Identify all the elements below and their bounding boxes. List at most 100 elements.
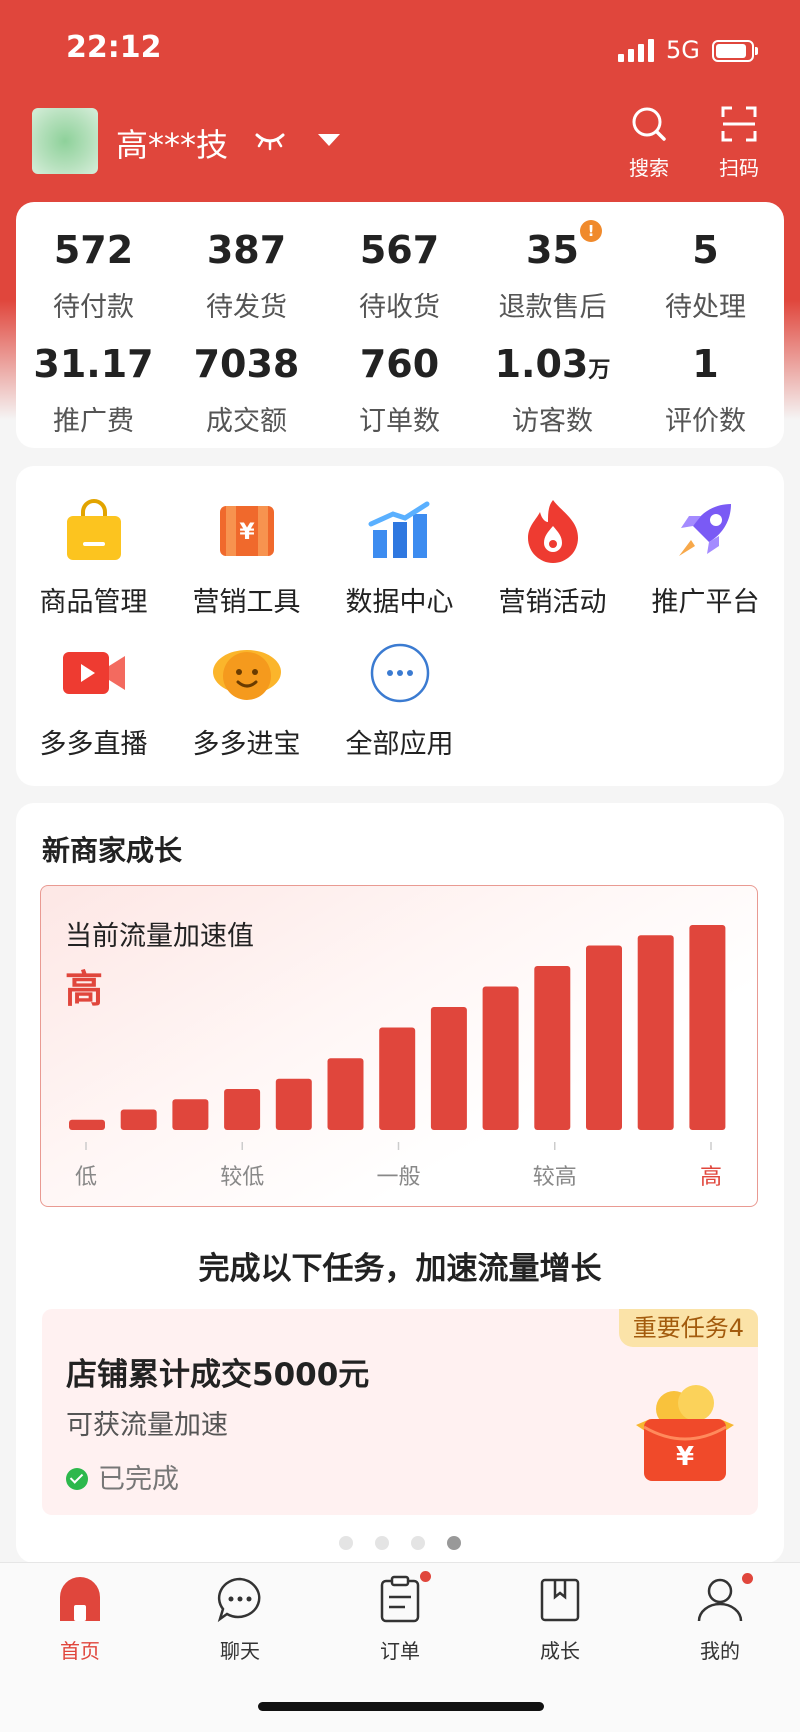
chart-bar (327, 1058, 364, 1130)
eye-closed-icon[interactable] (254, 131, 286, 151)
stat-value: 5 (692, 228, 719, 272)
chart-bar (586, 945, 622, 1130)
home-indicator (258, 1702, 544, 1711)
shopping-bag-icon (66, 499, 121, 560)
app-marketing-tools[interactable]: ¥ 营销工具 (170, 496, 323, 619)
stat-label: 订单数 (359, 406, 440, 437)
stat-value: 387 (206, 228, 287, 272)
network-type: 5G (666, 36, 700, 64)
app-promotion-platform[interactable]: 推广平台 (629, 496, 782, 619)
stat-value: 1 (692, 342, 719, 386)
gold-ingot-icon (212, 650, 281, 700)
app-duoduo-jinbao[interactable]: 多多进宝 (170, 638, 323, 761)
task-heading: 完成以下任务，加速流量增长 (198, 1251, 602, 1287)
rocket-icon (678, 504, 731, 556)
scan-button[interactable]: 扫码 (704, 104, 774, 181)
stat-order-count[interactable]: 760 订单数 (323, 342, 476, 438)
chart-tick-label: 低 (75, 1165, 97, 1190)
orders-badge-dot (420, 1571, 431, 1582)
app-data-center[interactable]: 数据中心 (323, 496, 476, 619)
chart-bar (172, 1099, 209, 1130)
shop-avatar[interactable] (32, 108, 98, 174)
stat-reviews[interactable]: 1 评价数 (629, 342, 782, 438)
stat-pending-shipment[interactable]: 387 待发货 (170, 228, 323, 324)
chart-bar (275, 1078, 312, 1130)
status-bar: 22:12 5G (0, 0, 800, 100)
stat-pending-receipt[interactable]: 567 待收货 (323, 228, 476, 324)
carousel-pagination[interactable] (16, 1535, 784, 1554)
shop-name[interactable]: 高***技 (116, 120, 228, 166)
alert-badge: ! (580, 220, 602, 242)
app-label: 营销工具 (192, 587, 301, 618)
tab-orders[interactable]: 订单 (350, 1571, 450, 1664)
search-button[interactable]: 搜索 (614, 104, 684, 181)
chart-bar (689, 925, 726, 1130)
svg-text:¥: ¥ (239, 520, 255, 545)
tab-label: 成长 (540, 1639, 580, 1663)
tab-chat[interactable]: 聊天 (190, 1575, 290, 1664)
stat-value: 7038 (193, 342, 300, 386)
shop-stats-card: 572 待付款 387 待发货 567 待收货 35 退款售后 ! 5 待处理 … (16, 202, 784, 448)
page-dot[interactable] (411, 1536, 425, 1550)
stat-value: 567 (359, 228, 440, 272)
stat-value: 31.17 (33, 342, 154, 386)
chart-bar (637, 935, 674, 1130)
stat-label: 待付款 (53, 292, 134, 323)
task-title: 店铺累计成交5000元 (66, 1357, 370, 1393)
stat-label: 推广费 (53, 406, 134, 437)
chart-tick-label: 高 (700, 1165, 722, 1190)
chart-bar (534, 966, 571, 1130)
red-envelope-coins-icon: ¥ (636, 1385, 734, 1481)
tab-growth[interactable]: 成长 (510, 1575, 610, 1664)
chart-tick-label: 较高 (533, 1165, 577, 1190)
stat-refunds[interactable]: 35 退款售后 ! (476, 220, 629, 324)
tab-me[interactable]: 我的 (670, 1573, 770, 1664)
stat-label: 成交额 (206, 406, 287, 437)
stat-to-handle[interactable]: 5 待处理 (629, 228, 782, 324)
app-marketing-activities[interactable]: 营销活动 (476, 496, 629, 619)
tab-home[interactable]: 首页 (30, 1575, 130, 1664)
profile-icon (697, 1578, 743, 1622)
app-all-apps[interactable]: 全部应用 (323, 638, 476, 761)
app-label: 营销活动 (498, 587, 607, 618)
search-icon (632, 107, 666, 141)
svg-text:¥: ¥ (676, 1442, 694, 1472)
live-camera-icon (62, 652, 125, 694)
status-time: 22:12 (66, 30, 162, 65)
me-badge-dot (742, 1573, 753, 1584)
stat-pending-payment[interactable]: 572 待付款 (17, 228, 170, 324)
more-icon (370, 643, 429, 703)
tab-label: 我的 (700, 1639, 740, 1663)
scan-icon (721, 106, 757, 142)
app-label: 多多进宝 (192, 729, 301, 760)
stat-turnover[interactable]: 7038 成交额 (170, 342, 323, 438)
chart-tick-label: 一般 (376, 1165, 420, 1190)
stat-value: 1.03万 (494, 342, 611, 386)
chart-bar (69, 1119, 105, 1130)
tab-label: 订单 (380, 1639, 420, 1663)
flame-icon (527, 500, 578, 563)
coupon-icon: ¥ (219, 506, 274, 556)
app-product-management[interactable]: 商品管理 (17, 496, 170, 619)
stat-value: 35 (526, 228, 579, 272)
task-card[interactable]: 重要任务4 店铺累计成交5000元 可获流量加速 已完成 ¥ (42, 1309, 758, 1515)
bar-chart-icon (368, 501, 429, 558)
shop-switch-caret-icon[interactable] (318, 134, 340, 146)
chart-bar (224, 1089, 261, 1130)
stat-promotion-fee[interactable]: 31.17 推广费 (17, 342, 170, 438)
traffic-boost-chart[interactable]: 低 较低 一般 较高 高 当前流量加速值 高 (40, 885, 758, 1207)
stat-value: 760 (359, 342, 440, 386)
current-level: 高 (65, 967, 104, 1011)
home-icon (60, 1577, 100, 1621)
scan-label: 扫码 (719, 156, 759, 180)
stat-label: 访客数 (512, 406, 593, 437)
chart-bar (430, 1007, 467, 1130)
app-live-streaming[interactable]: 多多直播 (17, 638, 170, 761)
app-label: 推广平台 (651, 587, 760, 618)
stat-visitors[interactable]: 1.03万 访客数 (476, 342, 629, 438)
page-dot[interactable] (339, 1536, 353, 1550)
page-dot[interactable] (375, 1536, 389, 1550)
chat-icon (217, 1577, 261, 1623)
app-label: 数据中心 (345, 587, 454, 618)
page-dot-active[interactable] (447, 1536, 461, 1550)
